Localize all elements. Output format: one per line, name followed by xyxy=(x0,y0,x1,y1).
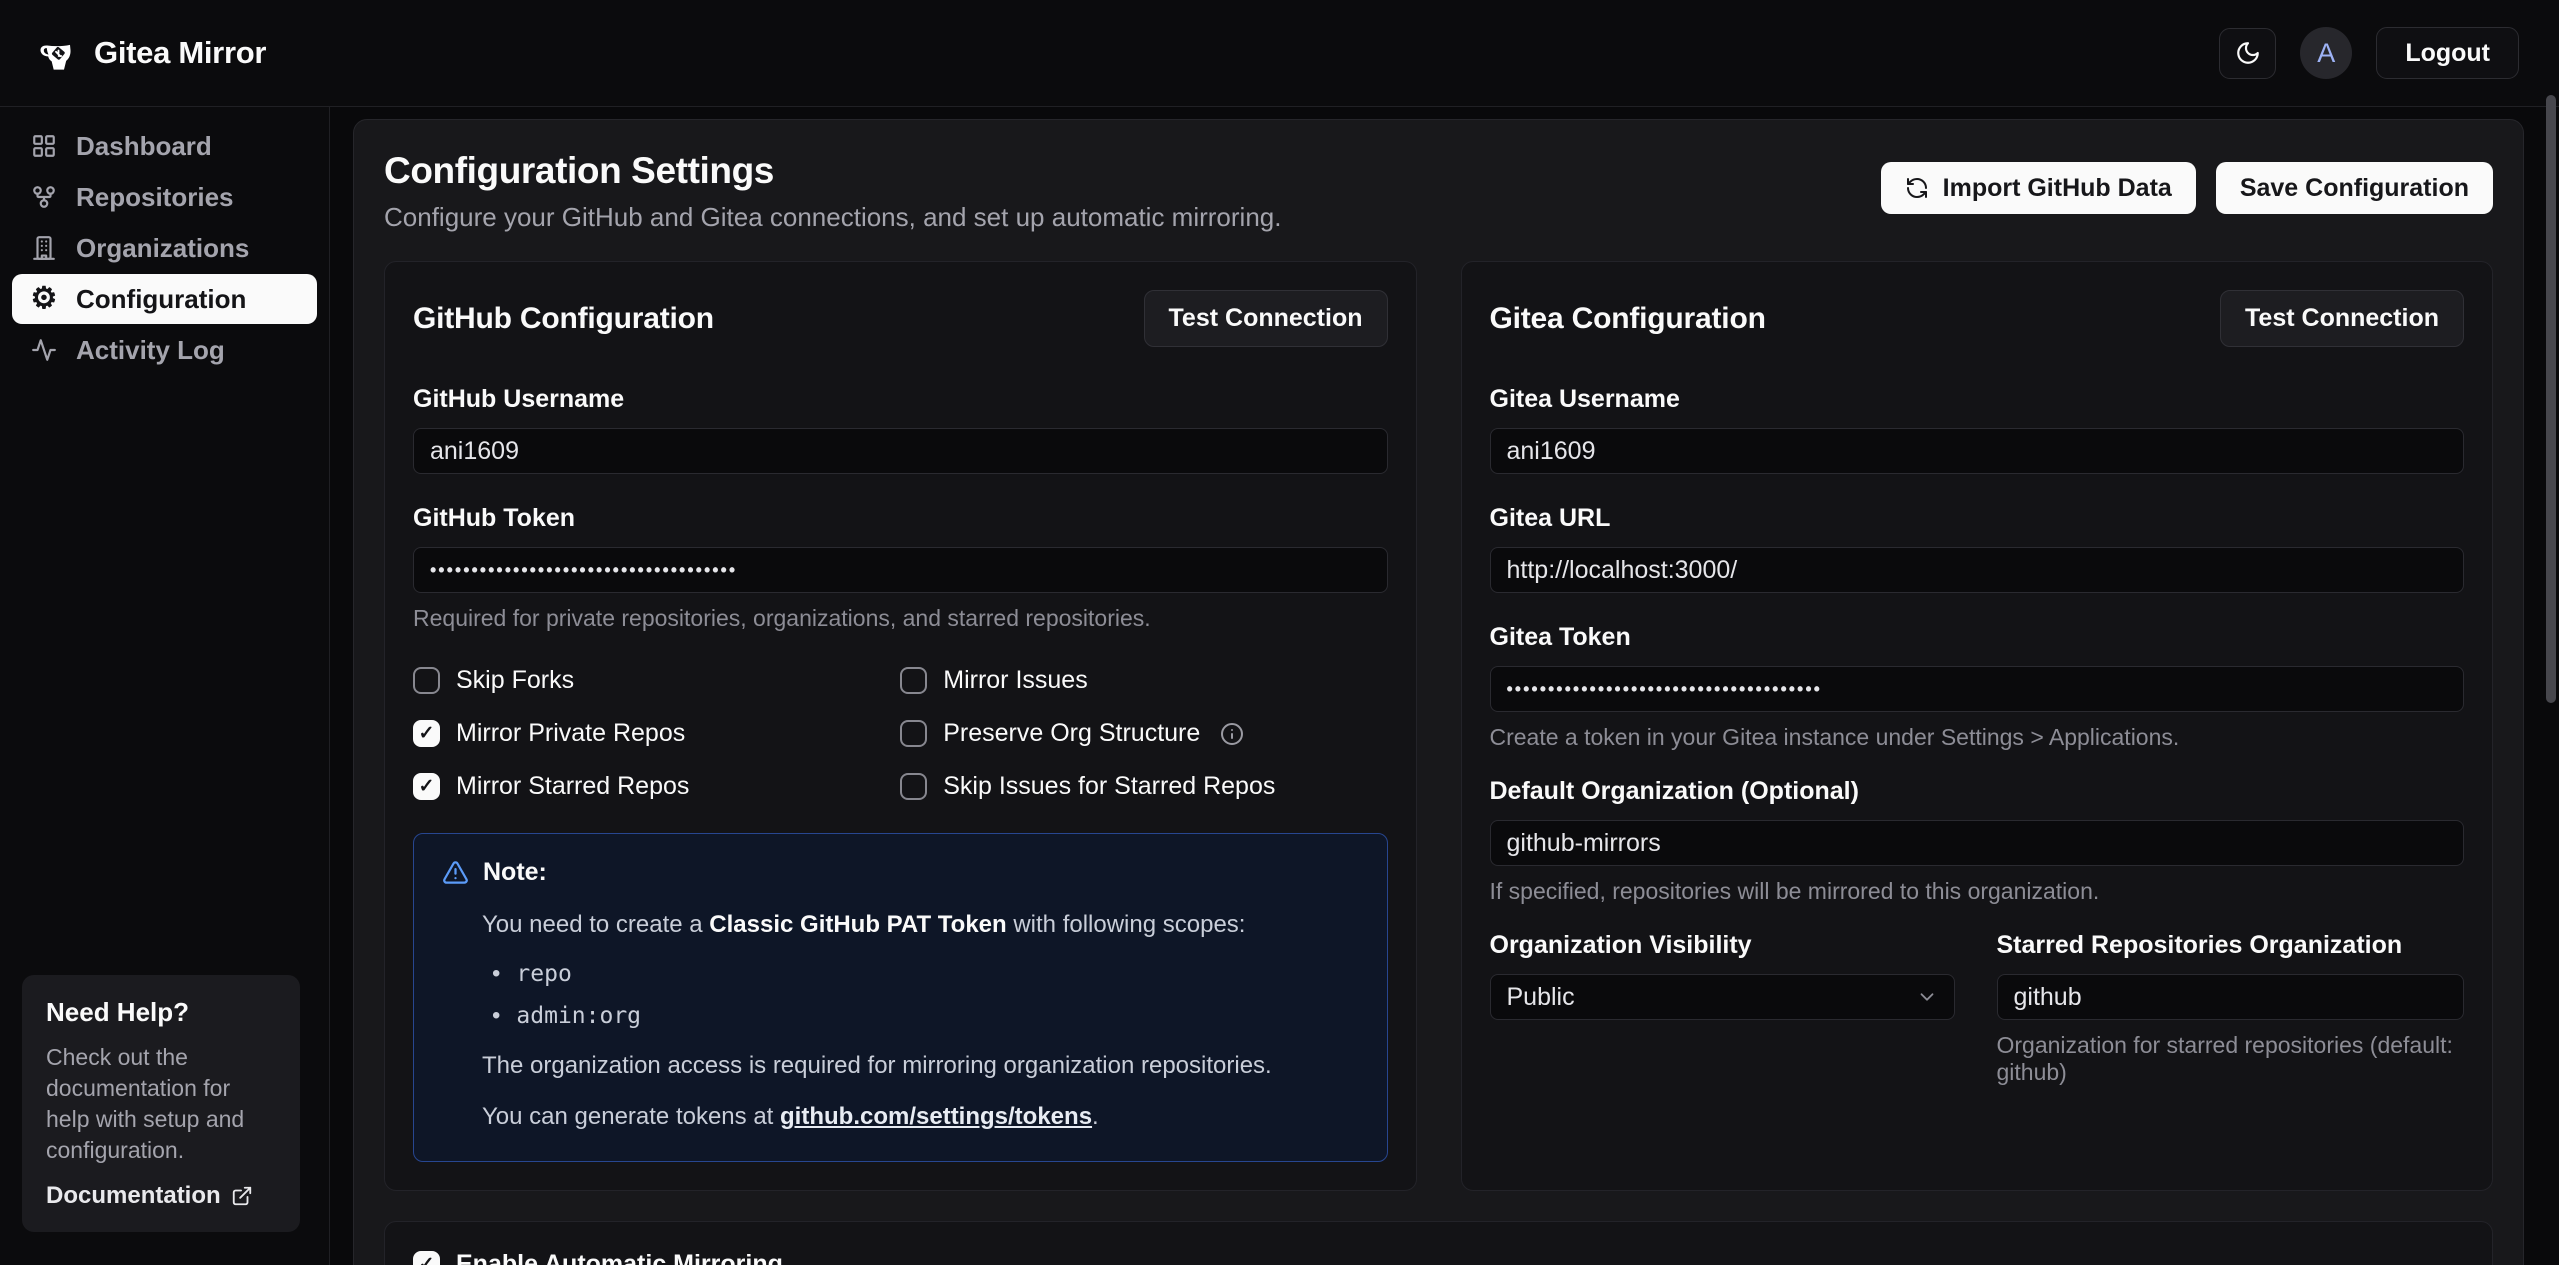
theme-toggle-button[interactable] xyxy=(2219,28,2276,79)
gitea-card-title: Gitea Configuration xyxy=(1490,302,1766,336)
default-organization-help: If specified, repositories will be mirro… xyxy=(1490,878,2465,905)
default-organization-input[interactable] xyxy=(1490,820,2465,866)
sidebar-item-label: Activity Log xyxy=(76,335,225,366)
note-line1: You need to create a Classic GitHub PAT … xyxy=(482,909,1359,940)
github-token-label: GitHub Token xyxy=(413,504,1388,533)
gitea-url-label: Gitea URL xyxy=(1490,504,2465,533)
note-line3: You can generate tokens at github.com/se… xyxy=(482,1101,1359,1132)
alert-triangle-icon xyxy=(442,859,469,886)
building-icon xyxy=(30,235,58,261)
moon-icon xyxy=(2235,40,2261,66)
settings-panel: Configuration Settings Configure your Gi… xyxy=(353,119,2524,1265)
refresh-icon xyxy=(1905,176,1929,200)
app-header: Gitea Mirror A Logout xyxy=(0,0,2559,107)
sidebar-item-label: Organizations xyxy=(76,233,249,264)
help-title: Need Help? xyxy=(46,997,276,1028)
gitea-token-help: Create a token in your Gitea instance un… xyxy=(1490,724,2465,751)
tokens-link[interactable]: github.com/settings/tokens xyxy=(780,1103,1092,1130)
sidebar-item-configuration[interactable]: ⚙ Configuration xyxy=(12,274,317,324)
gear-icon: ⚙ xyxy=(30,284,58,314)
checkbox-box[interactable] xyxy=(413,667,440,694)
checkbox-box[interactable] xyxy=(900,773,927,800)
avatar-letter: A xyxy=(2317,38,2335,69)
sidebar: Dashboard Repositories Organizations ⚙ C… xyxy=(0,107,330,1265)
checkbox-box[interactable] xyxy=(900,720,927,747)
need-help-card: Need Help? Check out the documentation f… xyxy=(22,975,300,1232)
logout-button[interactable]: Logout xyxy=(2376,27,2519,79)
sidebar-item-label: Repositories xyxy=(76,182,234,213)
github-configuration-card: GitHub Configuration Test Connection Git… xyxy=(384,261,1417,1191)
main-content: Configuration Settings Configure your Gi… xyxy=(330,107,2559,1265)
starred-repos-org-input[interactable] xyxy=(1997,974,2465,1020)
help-body: Check out the documentation for help wit… xyxy=(46,1042,276,1166)
external-link-icon xyxy=(231,1185,253,1207)
starred-repos-org-help: Organization for starred repositories (d… xyxy=(1997,1032,2465,1086)
pat-token-note: Note: You need to create a Classic GitHu… xyxy=(413,833,1388,1162)
checkbox-skip-issues-starred[interactable]: Skip Issues for Starred Repos xyxy=(900,772,1387,801)
checkbox-preserve-org-structure[interactable]: Preserve Org Structure xyxy=(900,719,1387,748)
github-card-title: GitHub Configuration xyxy=(413,302,714,336)
sidebar-item-dashboard[interactable]: Dashboard xyxy=(12,121,317,171)
sidebar-item-organizations[interactable]: Organizations xyxy=(12,223,317,273)
enable-automatic-mirroring-checkbox[interactable]: Enable Automatic Mirroring xyxy=(413,1250,2464,1265)
note-title: Note: xyxy=(483,858,547,887)
gitea-configuration-card: Gitea Configuration Test Connection Gite… xyxy=(1461,261,2494,1191)
git-fork-icon xyxy=(30,184,58,210)
github-token-input[interactable] xyxy=(413,547,1388,593)
save-configuration-button[interactable]: Save Configuration xyxy=(2216,162,2493,214)
sidebar-item-activity-log[interactable]: Activity Log xyxy=(12,325,317,375)
app-title: Gitea Mirror xyxy=(94,35,266,71)
info-icon[interactable] xyxy=(1220,722,1244,746)
default-organization-label: Default Organization (Optional) xyxy=(1490,777,2465,806)
checkbox-mirror-private-repos[interactable]: Mirror Private Repos xyxy=(413,719,900,748)
scope-item: •admin:org xyxy=(492,1002,1359,1030)
sidebar-item-label: Configuration xyxy=(76,284,246,315)
vertical-scrollbar[interactable] xyxy=(2546,95,2556,703)
sidebar-item-repositories[interactable]: Repositories xyxy=(12,172,317,222)
chevron-down-icon xyxy=(1916,986,1938,1008)
github-test-connection-button[interactable]: Test Connection xyxy=(1144,290,1388,347)
gitea-token-label: Gitea Token xyxy=(1490,623,2465,652)
scope-item: •repo xyxy=(492,960,1359,988)
page-title: Configuration Settings xyxy=(384,150,1281,192)
import-github-data-button[interactable]: Import GitHub Data xyxy=(1881,162,2196,214)
note-line2: The organization access is required for … xyxy=(482,1050,1359,1081)
gitea-username-input[interactable] xyxy=(1490,428,2465,474)
gitea-test-connection-button[interactable]: Test Connection xyxy=(2220,290,2464,347)
github-username-label: GitHub Username xyxy=(413,385,1388,414)
checkbox-box[interactable] xyxy=(413,720,440,747)
checkbox-box[interactable] xyxy=(413,1251,440,1265)
documentation-link[interactable]: Documentation xyxy=(46,1182,253,1210)
checkbox-mirror-issues[interactable]: Mirror Issues xyxy=(900,666,1387,695)
organization-visibility-select[interactable]: Public xyxy=(1490,974,1955,1020)
checkbox-box[interactable] xyxy=(900,667,927,694)
brand: Gitea Mirror xyxy=(38,33,266,73)
github-token-help: Required for private repositories, organ… xyxy=(413,605,1388,632)
organization-visibility-label: Organization Visibility xyxy=(1490,931,1955,960)
gitea-url-input[interactable] xyxy=(1490,547,2465,593)
automatic-mirroring-card: Enable Automatic Mirroring Mirroring Int… xyxy=(384,1221,2493,1265)
checkbox-skip-forks[interactable]: Skip Forks xyxy=(413,666,900,695)
activity-pulse-icon xyxy=(30,337,58,363)
gitea-token-input[interactable] xyxy=(1490,666,2465,712)
gitea-logo-icon xyxy=(38,33,78,73)
scope-list: •repo •admin:org xyxy=(492,960,1359,1030)
sidebar-item-label: Dashboard xyxy=(76,131,212,162)
user-avatar[interactable]: A xyxy=(2300,27,2352,79)
page-subtitle: Configure your GitHub and Gitea connecti… xyxy=(384,202,1281,233)
dashboard-grid-icon xyxy=(30,133,58,159)
checkbox-mirror-starred-repos[interactable]: Mirror Starred Repos xyxy=(413,772,900,801)
gitea-username-label: Gitea Username xyxy=(1490,385,2465,414)
github-username-input[interactable] xyxy=(413,428,1388,474)
checkbox-box[interactable] xyxy=(413,773,440,800)
starred-repos-org-label: Starred Repositories Organization xyxy=(1997,931,2465,960)
